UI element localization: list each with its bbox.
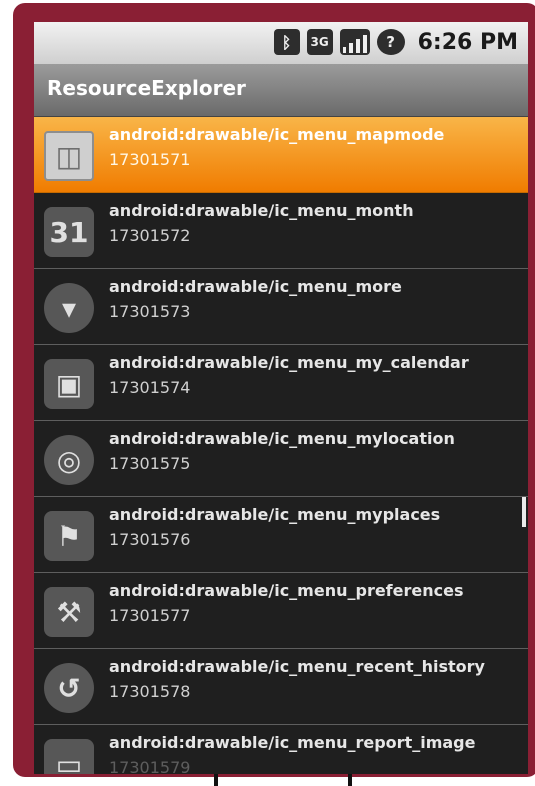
- list-item-name: android:drawable/ic_menu_preferences: [109, 581, 464, 600]
- frame-tick-right: [348, 774, 352, 786]
- list-item-id: 17301576: [109, 530, 191, 549]
- list-item-name: android:drawable/ic_menu_mylocation: [109, 429, 455, 448]
- list-item[interactable]: ▾ android:drawable/ic_menu_more 17301573: [34, 269, 528, 345]
- alarm-icon: ?: [376, 29, 405, 55]
- list-item[interactable]: ▣ android:drawable/ic_menu_my_calendar 1…: [34, 345, 528, 421]
- list-item-name: android:drawable/ic_menu_more: [109, 277, 402, 296]
- list-item[interactable]: ⚒ android:drawable/ic_menu_preferences 1…: [34, 573, 528, 649]
- my-places-icon: ⚑: [44, 511, 94, 561]
- app-title: ResourceExplorer: [47, 76, 246, 100]
- list-item-name: android:drawable/ic_menu_my_calendar: [109, 353, 469, 372]
- map-mode-icon: ◫: [44, 131, 94, 181]
- list-item-id: 17301572: [109, 226, 191, 245]
- list-item[interactable]: 31 android:drawable/ic_menu_month 173015…: [34, 193, 528, 269]
- list-item-id: 17301575: [109, 454, 191, 473]
- scrollbar-thumb[interactable]: [522, 497, 526, 527]
- app-title-bar: ResourceExplorer: [34, 64, 528, 117]
- list-item-name: android:drawable/ic_menu_recent_history: [109, 657, 485, 676]
- list-item-id: 17301573: [109, 302, 191, 321]
- status-icons: ᛒ 3G ? 6:26 PM: [273, 29, 518, 55]
- list-item-name: android:drawable/ic_menu_month: [109, 201, 414, 220]
- report-image-icon: ▭: [44, 739, 94, 774]
- list-item[interactable]: ⚑ android:drawable/ic_menu_myplaces 1730…: [34, 497, 528, 573]
- frame-tick-left: [214, 774, 218, 786]
- list-item-name: android:drawable/ic_menu_mapmode: [109, 125, 445, 144]
- list-item[interactable]: ◫ android:drawable/ic_menu_mapmode 17301…: [34, 117, 528, 193]
- my-calendar-icon: ▣: [44, 359, 94, 409]
- preferences-icon: ⚒: [44, 587, 94, 637]
- resource-list[interactable]: ◫ android:drawable/ic_menu_mapmode 17301…: [34, 117, 528, 774]
- list-item-id: 17301574: [109, 378, 191, 397]
- list-item-id: 17301579: [109, 758, 191, 774]
- list-item[interactable]: ↺ android:drawable/ic_menu_recent_histor…: [34, 649, 528, 725]
- recent-history-icon: ↺: [44, 663, 94, 713]
- phone-screen: ᛒ 3G ? 6:26 PM ResourceExplorer ◫ androi…: [34, 22, 528, 774]
- signal-icon: [339, 29, 370, 55]
- list-item[interactable]: ▭ android:drawable/ic_menu_report_image …: [34, 725, 528, 774]
- status-time: 6:26 PM: [417, 29, 518, 55]
- calendar-month-icon: 31: [44, 207, 94, 257]
- status-bar: ᛒ 3G ? 6:26 PM: [34, 22, 528, 64]
- 3g-icon: 3G: [306, 29, 333, 55]
- list-item-name: android:drawable/ic_menu_report_image: [109, 733, 476, 752]
- list-item-id: 17301577: [109, 606, 191, 625]
- list-item[interactable]: ◎ android:drawable/ic_menu_mylocation 17…: [34, 421, 528, 497]
- bluetooth-icon: ᛒ: [273, 29, 300, 55]
- list-item-name: android:drawable/ic_menu_myplaces: [109, 505, 441, 524]
- list-item-id: 17301578: [109, 682, 191, 701]
- list-item-id: 17301571: [109, 150, 191, 169]
- more-icon: ▾: [44, 283, 94, 333]
- my-location-icon: ◎: [44, 435, 94, 485]
